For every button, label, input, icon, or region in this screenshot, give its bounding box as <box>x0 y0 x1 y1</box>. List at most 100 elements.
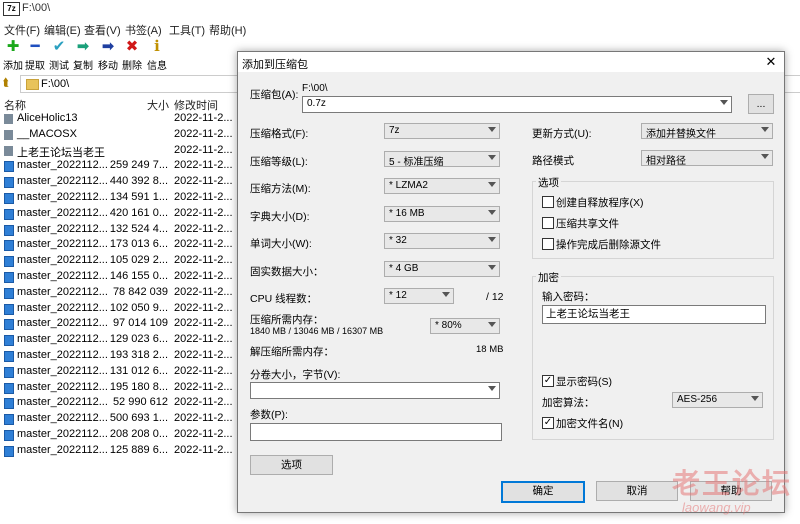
level-select[interactable]: 5 - 标准压缩 <box>384 151 500 168</box>
app-icon: 7z <box>3 2 20 16</box>
file-size: 173 013 6... <box>109 238 168 251</box>
file-row[interactable]: master_2022112... 102 050 9... 2022-11-2..… <box>0 301 238 317</box>
params-input[interactable] <box>250 423 502 441</box>
address-text: F:\00\ <box>41 78 70 90</box>
file-row[interactable]: 上老王论坛当老王 2022-11-2... <box>0 143 238 159</box>
encrypt-names-checkbox[interactable]: ✓ <box>542 417 554 429</box>
file-name: master_2022112... <box>17 190 108 203</box>
copy-arrow-icon: ➡ <box>76 38 90 55</box>
file-row[interactable]: master_2022112... 440 392 8... 2022-11-2..… <box>0 174 238 190</box>
sfx-checkbox[interactable] <box>542 196 554 208</box>
options-button[interactable]: 选项 <box>250 455 333 475</box>
file-row[interactable]: master_2022112... 208 208 0... 2022-11-2..… <box>0 427 238 443</box>
file-row[interactable]: master_2022112... 500 693 1... 2022-11-2..… <box>0 411 238 427</box>
shared-files-checkbox[interactable] <box>542 217 554 229</box>
file-size: 52 990 612 <box>112 396 168 409</box>
update-value: 添加并替换文件 <box>646 129 716 140</box>
delete-after-label: 操作完成后删除源文件 <box>556 239 661 251</box>
memory-select[interactable]: * 80% <box>430 318 500 334</box>
file-row[interactable]: master_2022112... 78 842 039 2022-11-2... <box>0 285 238 301</box>
file-name: master_2022112... <box>17 427 108 440</box>
file-row[interactable]: master_2022112... 195 180 8... 2022-11-2..… <box>0 380 238 396</box>
chevron-down-icon <box>720 100 728 105</box>
chevron-down-icon <box>488 237 496 242</box>
file-row[interactable]: master_2022112... 52 990 612 2022-11-2... <box>0 395 238 411</box>
file-name: master_2022112... <box>17 380 108 393</box>
encrypt-names-label: 加密文件名(N) <box>556 418 624 430</box>
file-name: master_2022112... <box>17 222 108 235</box>
split-combobox[interactable] <box>250 382 500 399</box>
file-row[interactable]: AliceHolic13 2022-11-2... <box>0 111 238 127</box>
file-row[interactable]: master_2022112... 259 249 7... 2022-11-2..… <box>0 158 238 174</box>
file-list: AliceHolic13 2022-11-2... __MACOSX 2022-11-… <box>0 111 238 459</box>
chevron-down-icon <box>761 127 769 132</box>
file-date: 2022-11-2... <box>174 222 233 235</box>
file-row[interactable]: master_2022112... 146 155 0... 2022-11-2..… <box>0 269 238 285</box>
method-select[interactable]: * LZMA2 <box>384 178 500 194</box>
menu-edit[interactable]: 编辑(E) <box>44 22 81 38</box>
menu-file[interactable]: 文件(F) <box>4 22 40 38</box>
archive-name-combobox[interactable]: 0.7z <box>302 96 732 113</box>
delete-after-checkbox[interactable] <box>542 238 554 250</box>
word-select[interactable]: * 32 <box>384 233 500 249</box>
file-icon <box>4 240 14 252</box>
menu-tools[interactable]: 工具(T) <box>169 22 205 38</box>
file-row[interactable]: master_2022112... 125 889 6... 2022-11-2..… <box>0 443 238 459</box>
format-select[interactable]: 7z <box>384 123 500 139</box>
file-row[interactable]: __MACOSX 2022-11-2... <box>0 127 238 143</box>
chevron-down-icon <box>488 265 496 270</box>
file-row[interactable]: master_2022112... 129 023 6... 2022-11-2..… <box>0 332 238 348</box>
cancel-button[interactable]: 取消 <box>596 481 678 501</box>
file-date: 2022-11-2... <box>174 380 233 393</box>
sfx-label: 创建自释放程序(X) <box>556 197 644 209</box>
info-label: 信息 <box>147 61 167 72</box>
file-size: 208 208 0... <box>109 427 168 440</box>
file-name: __MACOSX <box>17 127 77 140</box>
file-icon <box>4 287 14 299</box>
up-folder-icon[interactable]: ⮬ <box>3 77 10 90</box>
encryption-method-select[interactable]: AES-256 <box>672 392 763 408</box>
path-mode-select[interactable]: 相对路径 <box>641 150 773 167</box>
menu-view[interactable]: 查看(V) <box>84 22 121 38</box>
file-row[interactable]: master_2022112... 105 029 2... 2022-11-2..… <box>0 253 238 269</box>
file-row[interactable]: master_2022112... 97 014 109 2022-11-2... <box>0 316 238 332</box>
update-select[interactable]: 添加并替换文件 <box>641 123 773 140</box>
file-row[interactable]: master_2022112... 193 318 2... 2022-11-2..… <box>0 348 238 364</box>
show-password-checkbox[interactable]: ✓ <box>542 375 554 387</box>
file-date: 2022-11-2... <box>174 364 233 377</box>
file-row[interactable]: master_2022112... 132 524 4... 2022-11-2..… <box>0 222 238 238</box>
file-icon <box>4 382 14 394</box>
file-date: 2022-11-2... <box>174 112 233 124</box>
format-label: 压缩格式(F): <box>250 128 309 140</box>
encryption-group-title: 加密 <box>536 270 561 285</box>
info-button[interactable]: ℹ 信息 <box>144 38 170 72</box>
file-size: 97 014 109 <box>112 317 168 330</box>
file-name: master_2022112... <box>17 285 108 298</box>
word-label: 单词大小(W): <box>250 238 312 250</box>
file-size: 132 524 4... <box>109 222 168 235</box>
file-row[interactable]: master_2022112... 134 591 1... 2022-11-2..… <box>0 190 238 206</box>
file-size: 134 591 1... <box>109 190 168 203</box>
decompress-memory-value: 18 MB <box>476 344 504 355</box>
password-input[interactable]: 上老王论坛当老王 <box>542 305 766 324</box>
file-name: AliceHolic13 <box>17 112 78 124</box>
file-row[interactable]: master_2022112... 131 012 6... 2022-11-2..… <box>0 364 238 380</box>
file-name: master_2022112... <box>17 333 108 346</box>
cpu-select[interactable]: * 12 <box>384 288 454 304</box>
file-icon <box>4 335 14 347</box>
dict-select[interactable]: * 16 MB <box>384 206 500 222</box>
menu-help[interactable]: 帮助(H) <box>209 22 246 38</box>
file-date: 2022-11-2... <box>174 443 233 456</box>
solid-select[interactable]: * 4 GB <box>384 261 500 277</box>
menu-bookmarks[interactable]: 书签(A) <box>125 22 162 38</box>
cpu-label: CPU 线程数： <box>250 293 318 305</box>
ok-button[interactable]: 确定 <box>501 481 585 503</box>
dialog-title: 添加到压缩包 <box>242 59 308 71</box>
close-icon[interactable]: ✕ <box>762 53 780 71</box>
file-row[interactable]: master_2022112... 173 013 6... 2022-11-2..… <box>0 237 238 253</box>
solid-label: 固实数据大小： <box>250 266 324 278</box>
file-row[interactable]: master_2022112... 420 161 0... 2022-11-2..… <box>0 206 238 222</box>
file-date: 2022-11-2... <box>174 317 233 330</box>
browse-button[interactable]: ... <box>748 94 774 114</box>
file-icon <box>4 224 14 236</box>
